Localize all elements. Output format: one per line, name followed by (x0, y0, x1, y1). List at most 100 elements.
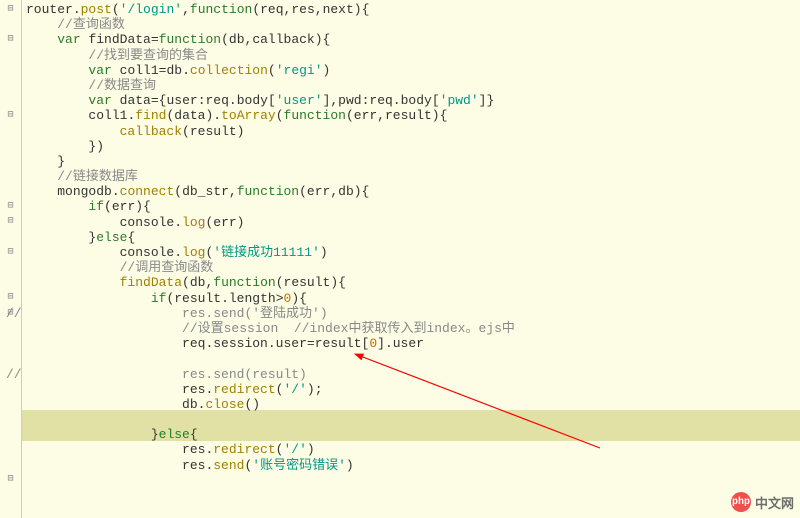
gutter-line (0, 442, 21, 457)
token-kw: function (213, 275, 275, 290)
code-line[interactable]: callback(result) (26, 124, 800, 139)
code-line[interactable]: //设置session //index中获取传入到index。ejs中 (26, 321, 800, 336)
code-line[interactable]: }else{ (26, 230, 800, 245)
fold-icon[interactable]: ⊟ (7, 34, 13, 45)
gutter-line[interactable]: ⊟ (0, 199, 21, 214)
fold-icon[interactable]: ⊟ (7, 247, 13, 258)
token-id: result (190, 124, 237, 139)
code-line[interactable]: } (26, 154, 800, 169)
token-id: result (174, 291, 221, 306)
code-line[interactable]: router.post('/login',function(req,res,ne… (26, 2, 800, 17)
token-op: ( (112, 2, 120, 17)
code-line[interactable]: //找到要查询的集合 (26, 48, 800, 63)
gutter-line[interactable]: ⊟ (0, 108, 21, 123)
code-line[interactable]: findData(db,function(result){ (26, 275, 800, 290)
token-op: { (127, 230, 135, 245)
gutter-line[interactable]: ⊟ (0, 245, 21, 260)
code-line[interactable]: if(err){ (26, 199, 800, 214)
watermark: php 中文网 (731, 492, 794, 512)
token-kw: var (57, 32, 80, 47)
token-kw: if (88, 199, 104, 214)
token-id: db (166, 63, 182, 78)
code-line[interactable]: mongodb.connect(db_str,function(err,db){ (26, 184, 800, 199)
token-fn: findData (120, 275, 182, 290)
token-sp (26, 382, 182, 397)
code-line[interactable]: if(result.length>0){ (26, 291, 800, 306)
token-fn: send (213, 458, 244, 473)
code-line[interactable]: var findData=function(db,callback){ (26, 32, 800, 47)
token-id: coll1 (88, 108, 127, 123)
token-op: ){ (315, 32, 331, 47)
token-op: ]. (377, 336, 393, 351)
token-op: ( (104, 199, 112, 214)
code-line[interactable]: //链接数据库 (26, 169, 800, 184)
code-line[interactable]: //数据查询 (26, 78, 800, 93)
code-line[interactable] (26, 351, 800, 366)
token-sp (26, 199, 88, 214)
code-line[interactable]: //调用查询函数 (26, 260, 800, 275)
token-op: }) (88, 139, 104, 154)
token-id: pwd (338, 93, 361, 108)
token-op: () (244, 397, 260, 412)
token-op: ) (346, 458, 354, 473)
token-fn: collection (190, 63, 268, 78)
token-sp (26, 184, 57, 199)
code-line[interactable]: console.log(err) (26, 215, 800, 230)
code-line[interactable]: console.log('链接成功11111') (26, 245, 800, 260)
fold-icon[interactable]: ⊟ (7, 4, 13, 15)
token-str: '/' (283, 382, 306, 397)
code-line[interactable]: res.redirect('/') (26, 442, 800, 457)
token-id: coll1 (120, 63, 159, 78)
code-line[interactable]: // res.send(result) (26, 367, 800, 382)
code-line[interactable]: }) (26, 139, 800, 154)
token-str: '/login' (120, 2, 182, 17)
token-id: req (369, 93, 392, 108)
token-fn: log (182, 245, 205, 260)
token-id: console (120, 215, 175, 230)
token-op: . (221, 291, 229, 306)
gutter-line[interactable]: ⊟ (0, 472, 21, 487)
code-line[interactable]: var data={user:req.body['user'],pwd:req.… (26, 93, 800, 108)
token-cmt: //链接数据库 (57, 169, 138, 184)
token-str: '/' (283, 442, 306, 457)
code-line[interactable]: req.session.user=result[0].user (26, 336, 800, 351)
token-sp (26, 17, 57, 32)
code-line[interactable]: // res.send('登陆成功') (26, 306, 800, 321)
fold-icon[interactable]: ⊟ (7, 292, 13, 303)
token-sp (26, 78, 88, 93)
gutter-line[interactable]: ⊟ (0, 290, 21, 305)
token-op: , (315, 2, 323, 17)
token-cmt: //设置session //index中获取传入到index。ejs中 (182, 321, 515, 336)
token-op: > (276, 291, 284, 306)
fold-icon[interactable]: ⊟ (7, 474, 13, 485)
token-op: . (112, 184, 120, 199)
line-comment-marker: // (6, 367, 22, 382)
token-sp (26, 48, 88, 63)
fold-icon[interactable]: ⊟ (7, 216, 13, 227)
gutter-line (0, 17, 21, 32)
gutter-line[interactable]: ⊟ (0, 214, 21, 229)
code-line[interactable]: var coll1=db.collection('regi') (26, 63, 800, 78)
gutter-line (0, 321, 21, 336)
token-op (112, 93, 120, 108)
gutter-line[interactable]: ⊟ (0, 32, 21, 47)
code-area[interactable]: router.post('/login',function(req,res,ne… (22, 0, 800, 518)
code-line[interactable]: //查询函数 (26, 17, 800, 32)
token-id: findData (88, 32, 150, 47)
token-sp (26, 154, 57, 169)
fold-icon[interactable]: ⊟ (7, 201, 13, 212)
token-op: . (229, 93, 237, 108)
code-line[interactable]: res.send('账号密码错误') (26, 458, 800, 473)
code-line[interactable]: res.redirect('/'); (26, 382, 800, 397)
token-sp (26, 336, 182, 351)
code-line[interactable]: coll1.find(data).toArray(function(err,re… (26, 108, 800, 123)
token-sp (26, 215, 120, 230)
token-id: res (182, 458, 205, 473)
token-id: db (338, 184, 354, 199)
token-op: . (182, 63, 190, 78)
gutter-line[interactable]: ⊟ (0, 2, 21, 17)
token-sp (26, 93, 88, 108)
gutter-line (0, 169, 21, 184)
fold-icon[interactable]: ⊟ (7, 110, 13, 121)
token-op: : (198, 93, 206, 108)
